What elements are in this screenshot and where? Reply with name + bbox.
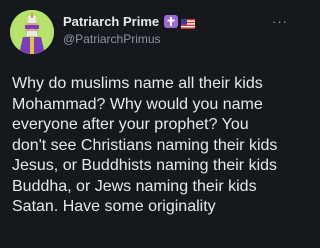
robed-figure-icon [10,10,54,54]
display-name[interactable]: Patriarch Prime [63,14,159,29]
name-row: Patriarch Prime [63,12,273,30]
user-handle[interactable]: @PatriarchPrimus [63,32,273,46]
us-flag-emoji-icon [181,16,196,29]
cross-emoji-icon [164,14,179,28]
tweet-header: Patriarch Prime @PatriarchPrimus [63,12,273,46]
avatar[interactable] [10,10,54,54]
tweet-text: Why do muslims name all their kids Moham… [12,75,278,215]
tweet-card: Patriarch Prime @PatriarchPrimus ··· Why… [0,0,300,248]
more-options-icon[interactable]: ··· [272,14,288,29]
